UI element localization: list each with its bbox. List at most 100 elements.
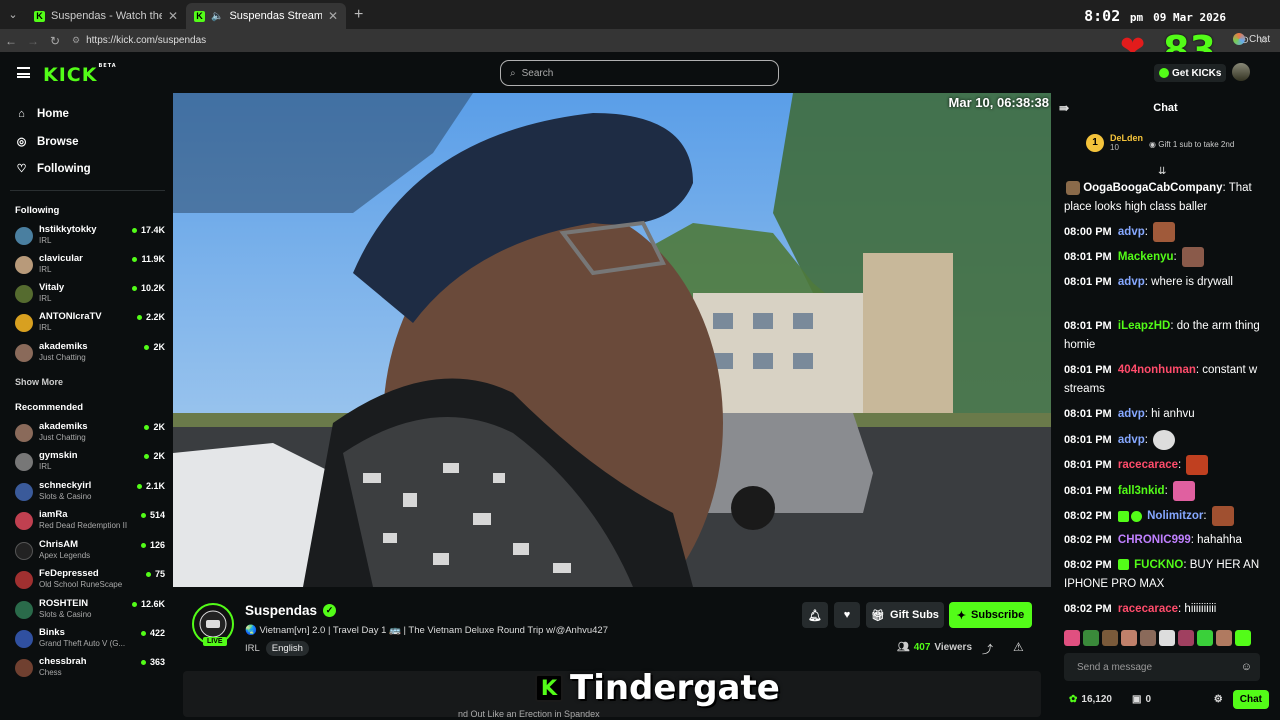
emote-button[interactable] — [1216, 630, 1232, 646]
close-tab-icon[interactable]: ✕ — [328, 9, 338, 23]
get-kicks-button[interactable]: Get KICKs — [1154, 64, 1227, 82]
share-icon[interactable]: ⤴ — [982, 641, 993, 657]
audio-playing-icon[interactable]: 🔈 — [211, 11, 223, 22]
chat-message: 08:01 PM advp: where is drywall — [1064, 276, 1233, 288]
emote-button[interactable] — [1064, 630, 1080, 646]
gift-icon: ◉ — [1149, 140, 1156, 149]
channel-name: schneckyirl — [39, 480, 92, 491]
new-tab-button[interactable]: + — [346, 6, 371, 24]
tab-list-chevron-icon[interactable]: ⌄ — [0, 0, 26, 29]
chat-input[interactable]: Send a message ☺ — [1064, 653, 1260, 681]
expand-pinned-icon[interactable]: ⇊ — [1158, 166, 1166, 177]
chat-username[interactable]: Nolimitzor — [1147, 510, 1203, 522]
chat-username[interactable]: fall3nkid — [1118, 485, 1165, 497]
chat-username[interactable]: FUCKNO — [1134, 559, 1183, 571]
search-input[interactable]: ⌕ Search — [500, 60, 779, 86]
chat-username[interactable]: CHRONIC999 — [1118, 534, 1191, 546]
recommended-channel[interactable]: schneckyirl Slots & Casino 2.1K — [15, 480, 165, 506]
gift-cta[interactable]: ◉ Gift 1 sub to take 2nd — [1149, 140, 1234, 149]
emote-button[interactable] — [1121, 630, 1137, 646]
chat-username[interactable]: OogaBoogaCabCompany — [1083, 182, 1222, 194]
send-chat-button[interactable]: Chat — [1232, 689, 1269, 709]
gift-subs-button[interactable]: 🎁︎ Gift Subs — [866, 602, 944, 628]
category-link[interactable]: IRL — [245, 643, 260, 654]
followed-channel[interactable]: clavicular IRL 11.9K — [15, 253, 165, 279]
followed-channel[interactable]: akademiks Just Chatting 2K — [15, 341, 165, 367]
chat-username[interactable]: racecarace — [1118, 603, 1178, 615]
search-placeholder: Search — [521, 67, 554, 79]
gift-amount: 0 — [1145, 693, 1151, 705]
chat-time: 08:01 PM — [1064, 251, 1112, 264]
back-icon[interactable]: ← — [0, 34, 22, 48]
channel-name: FeDepressed — [39, 568, 99, 579]
browser-tab[interactable]: K Suspendas - Watch the VOD on Ki ✕ — [26, 3, 186, 29]
channel-avatar — [15, 256, 33, 274]
chat-settings-gear-icon[interactable]: ⚙ — [1214, 694, 1223, 705]
recommended-channel[interactable]: gymskin IRL 2K — [15, 450, 165, 476]
notification-bell-button[interactable]: 🔔︎ — [802, 602, 828, 628]
recommended-channel[interactable]: chessbrah Chess 363 — [15, 656, 165, 682]
chat-username[interactable]: advp — [1118, 408, 1145, 420]
emoji-picker-icon[interactable]: ☺ — [1241, 661, 1252, 673]
follow-heart-button[interactable]: ♥ — [834, 602, 860, 628]
recommended-channel[interactable]: ROSHTEIN Slots & Casino 12.6K — [15, 598, 165, 624]
kicks-balance[interactable]: ✿ 16,120 — [1069, 694, 1112, 705]
subscribe-button[interactable]: ✦ Subscribe — [949, 602, 1032, 628]
sidebar-item-browse[interactable]: ◎ Browse — [15, 135, 79, 149]
emote-button[interactable] — [1235, 630, 1251, 646]
kick-favicon-icon: K — [194, 10, 205, 22]
report-warning-icon[interactable]: ⚠ — [1013, 640, 1024, 654]
menu-icon[interactable] — [17, 67, 30, 78]
stream-title: 🌏 Vietnam[vn] 2.0 | Travel Day 1 🚌 | The… — [245, 625, 608, 636]
emote-button[interactable] — [1178, 630, 1194, 646]
browser-tab-active[interactable]: K 🔈 Suspendas Stream - Watch Li ✕ — [186, 3, 346, 29]
emote-button[interactable] — [1197, 630, 1213, 646]
recommended-channel[interactable]: iamRa Red Dead Redemption II 514 — [15, 509, 165, 535]
recommended-channel[interactable]: Binks Grand Theft Auto V (G... 422 — [15, 627, 165, 653]
kick-logo[interactable]: KICKBETA — [43, 63, 117, 86]
emote-button[interactable] — [1083, 630, 1099, 646]
chat-username[interactable]: iLeapzHD — [1118, 320, 1170, 332]
chat-username[interactable]: Mackenyu — [1118, 251, 1174, 263]
chat-username[interactable]: advp — [1118, 276, 1145, 288]
chat-username[interactable]: racecarace — [1118, 459, 1178, 471]
reload-icon[interactable]: ↻ — [44, 34, 66, 48]
forward-icon[interactable]: → — [22, 34, 44, 48]
video-player[interactable]: Mar 10, 06:38:38 — [173, 93, 1051, 587]
heart-icon: ♥ — [843, 609, 851, 621]
subscriber-badge-icon — [1117, 510, 1129, 522]
chat-message: 08:00 PM advp: — [1064, 222, 1276, 242]
show-more-link[interactable]: Show More — [15, 377, 63, 387]
collapse-chat-icon[interactable]: ⇛ — [1059, 101, 1069, 115]
browser-chat-button[interactable]: Chat — [1233, 33, 1270, 45]
user-avatar[interactable] — [1232, 63, 1250, 81]
language-tag[interactable]: English — [265, 641, 309, 656]
chat-username[interactable]: advp — [1118, 226, 1145, 238]
verified-badge-icon — [1130, 510, 1142, 522]
streamer-name[interactable]: Suspendas — [245, 603, 317, 618]
followed-channel[interactable]: Vitaly IRL 10.2K — [15, 282, 165, 308]
kicks-coin-icon — [1159, 68, 1169, 78]
chat-username[interactable]: 404nonhuman — [1118, 364, 1196, 376]
recommended-channel[interactable]: akademiks Just Chatting 2K — [15, 421, 165, 447]
gift-balance[interactable]: ▣ 0 — [1132, 694, 1151, 705]
chat-username[interactable]: advp — [1118, 434, 1145, 446]
url-field[interactable]: ⚙ https://kick.com/suspendas — [72, 31, 1241, 50]
recommended-channel[interactable]: ChrisAM Apex Legends 126 — [15, 539, 165, 565]
top-gifter[interactable]: 1 DeLden 10 — [1086, 133, 1143, 152]
emote-button[interactable] — [1159, 630, 1175, 646]
followed-channel[interactable]: hstikkytokky IRL 17.4K — [15, 224, 165, 250]
logo-text: KICK — [43, 64, 98, 86]
sidebar-item-home[interactable]: ⌂ Home — [15, 108, 69, 120]
site-info-icon[interactable]: ⚙ — [72, 35, 80, 46]
channel-avatar — [15, 453, 33, 471]
channel-category: IRL — [39, 462, 52, 471]
top-gifter-count: 10 — [1110, 143, 1119, 152]
recommended-channel[interactable]: FeDepressed Old School RuneScape 75 — [15, 568, 165, 594]
emote-button[interactable] — [1140, 630, 1156, 646]
followed-channel[interactable]: ANTONIcraTV IRL 2.2K — [15, 311, 165, 337]
overlay-clock: 8:02 pm 09 Mar 2026 — [1084, 6, 1226, 25]
sidebar-item-following[interactable]: ♡ Following — [15, 162, 91, 176]
emote-button[interactable] — [1102, 630, 1118, 646]
close-tab-icon[interactable]: ✕ — [168, 9, 178, 23]
